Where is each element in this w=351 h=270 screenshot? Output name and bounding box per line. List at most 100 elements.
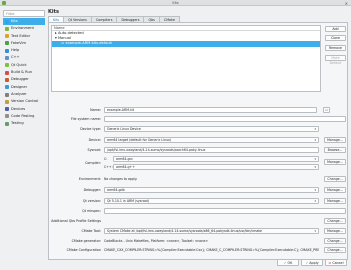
qt-version-manage-button[interactable]: Manage... [324, 198, 346, 204]
device-combo[interactable]: arm64 target (default for Generic Linux)… [104, 137, 319, 143]
apply-label: Apply [309, 261, 319, 265]
filter-input[interactable]: Filter [3, 10, 45, 17]
cancel-button[interactable]: ⊘ Cancel [325, 259, 347, 266]
environment-value: No changes to apply. [104, 177, 138, 181]
compiler-cpp-prefix: C++: [104, 165, 113, 169]
sidebar-item-code-pasting[interactable]: Code Pasting [3, 113, 45, 120]
sidebar-item-label: Build & Run [11, 70, 32, 75]
name-label: Name: [90, 108, 101, 112]
sidebar-item-icon [5, 92, 9, 97]
sidebar-item-devices[interactable]: Devices [3, 106, 45, 113]
monitor-icon: ▭ [324, 108, 328, 112]
filesystem-label: File system name: [71, 117, 101, 121]
sidebar-item-fakevim[interactable]: FakeVim [3, 40, 45, 47]
compiler-c-combo[interactable]: arm64-gcc ▾ [113, 156, 319, 162]
device-type-value: Generic Linux Device [107, 127, 141, 131]
options-dialog: Kits ✕ Filter Kits Environment Text Editor… [0, 0, 351, 270]
sidebar-item-kits[interactable]: Kits [3, 18, 45, 26]
compiler-cpp-combo[interactable]: arm64-g++ ▾ [113, 164, 319, 170]
qt-mkspec-label: Qt mkspec: [82, 209, 101, 213]
qt-version-label: Qt version: [82, 199, 101, 203]
debugger-manage-button[interactable]: Manage... [324, 187, 346, 193]
sidebar-item-icon [5, 48, 9, 53]
add-button[interactable]: Add [325, 26, 346, 32]
sidebar-item-icon [5, 114, 9, 119]
cmake-config-label: CMake Configuration [66, 248, 101, 252]
chevron-down-icon: ▾ [314, 199, 316, 203]
sidebar-item-designer[interactable]: Designer [3, 84, 45, 91]
sidebar-item-version-control[interactable]: Version Control [3, 98, 45, 105]
cmake-tool-combo[interactable]: System CMake at /opt/fsl-imx-xwayland/4.… [104, 228, 319, 234]
sidebar-item-label: Designer [11, 84, 28, 89]
sidebar-item-qt-quick[interactable]: Qt Quick [3, 62, 45, 69]
environment-label: Environment: [78, 177, 101, 181]
sidebar-item-icon [5, 34, 9, 39]
device-value: arm64 target (default for Generic Linux) [107, 138, 172, 142]
sidebar-item-debugger[interactable]: Debugger [3, 76, 45, 83]
sidebar-item-label: C++ [11, 55, 20, 60]
sidebar-item-testing[interactable]: Testing [3, 120, 45, 127]
cmake-generator-change-button[interactable]: Change... [324, 238, 346, 244]
environment-change-button[interactable]: Change... [324, 176, 346, 182]
name-field[interactable]: example-ARM-kit [104, 107, 317, 113]
qbs-change-button[interactable]: Change... [324, 218, 346, 224]
compiler-c-prefix: C: [104, 157, 108, 161]
cmake-tool-value: System CMake at /opt/fsl-imx-xwayland/4.… [107, 229, 263, 233]
device-type-combo[interactable]: Generic Linux Device ▾ [104, 126, 319, 132]
kit-list[interactable]: Name ▸ Auto-detected ▾ Manual ▭ example-… [51, 25, 321, 92]
ok-button[interactable]: ✓ OK [277, 259, 299, 266]
qt-version-value: Qt 5.10.1 in ARM (sysroot) [107, 199, 150, 203]
sidebar-item-label: Help [11, 48, 20, 53]
sidebar-item-text-editor[interactable]: Text Editor [3, 33, 45, 40]
chevron-down-icon: ▾ [314, 165, 316, 169]
title-bar: Kits ✕ [0, 0, 351, 6]
remove-button[interactable]: Remove [325, 45, 346, 51]
sidebar-item-analyzer[interactable]: Analyzer [3, 91, 45, 98]
sidebar-item-label: Version Control [11, 99, 39, 104]
device-manage-button[interactable]: Manage... [324, 137, 346, 143]
sidebar-item-c[interactable]: C++ [3, 54, 45, 61]
filesystem-field[interactable] [104, 116, 346, 122]
sidebar-item-icon [5, 77, 9, 82]
apply-button[interactable]: ✓ Apply [301, 259, 323, 266]
qt-version-combo[interactable]: Qt 5.10.1 in ARM (sysroot) ▾ [104, 198, 319, 204]
chevron-down-icon: ▾ [314, 138, 316, 142]
window-title: Kits [172, 1, 179, 5]
sidebar-item-icon [5, 107, 9, 112]
sidebar-item-label: Testing [11, 121, 24, 126]
make-default-button[interactable]: Make Default [325, 55, 346, 65]
chevron-down-icon: ▾ [314, 127, 316, 131]
close-icon[interactable]: ✕ [345, 1, 348, 6]
cmake-tool-manage-button[interactable]: Manage... [324, 228, 346, 234]
sidebar-item-help[interactable]: Help [3, 47, 45, 54]
cancel-label: Cancel [332, 261, 344, 265]
qt-mkspec-field[interactable] [104, 208, 346, 214]
debugger-label: Debugger: [83, 188, 101, 192]
kit-row-selected[interactable]: ▭ example-ARM-kits-default [52, 41, 320, 47]
debugger-value: arm64-gdb [107, 188, 125, 192]
debugger-combo[interactable]: arm64-gdb ▾ [104, 187, 319, 193]
cmake-generator-value: CodeBlocks - Unix Makefiles, Platform: <… [104, 239, 208, 243]
cmake-tool-label: CMake Tool: [81, 229, 101, 233]
sidebar-item-label: Environment [11, 26, 34, 31]
sidebar-item-icon [5, 41, 9, 46]
sysroot-field[interactable]: /opt/fsl-imx-xwayland/4.14-sumo/sysroots… [104, 147, 319, 153]
sidebar-item-icon [5, 121, 9, 126]
sidebar-item-icon [5, 26, 9, 31]
page-title: Kits [48, 9, 59, 15]
compiler-manage-button[interactable]: Manage... [324, 159, 346, 165]
sysroot-label: Sysroot: [87, 148, 101, 152]
sidebar-item-icon [5, 63, 9, 68]
sidebar-item-icon [5, 19, 9, 24]
kit-group-auto-label: Auto-detected [57, 31, 84, 35]
cmake-config-change-button[interactable]: Change... [324, 247, 346, 253]
compiler-label: Compiler: [85, 161, 101, 165]
sidebar-item-build-run[interactable]: Build & Run [3, 69, 45, 76]
clone-button[interactable]: Clone [325, 35, 346, 41]
qbs-profile-label: Additional Qbs Profile Settings [51, 219, 101, 223]
kit-group-manual-label: Manual [57, 36, 72, 41]
device-type-label: Device type: [80, 127, 101, 131]
sidebar-item-environment[interactable]: Environment [3, 25, 45, 32]
kit-icon-button[interactable]: ▭ [323, 107, 330, 113]
sysroot-browse-button[interactable]: Browse... [324, 147, 346, 153]
